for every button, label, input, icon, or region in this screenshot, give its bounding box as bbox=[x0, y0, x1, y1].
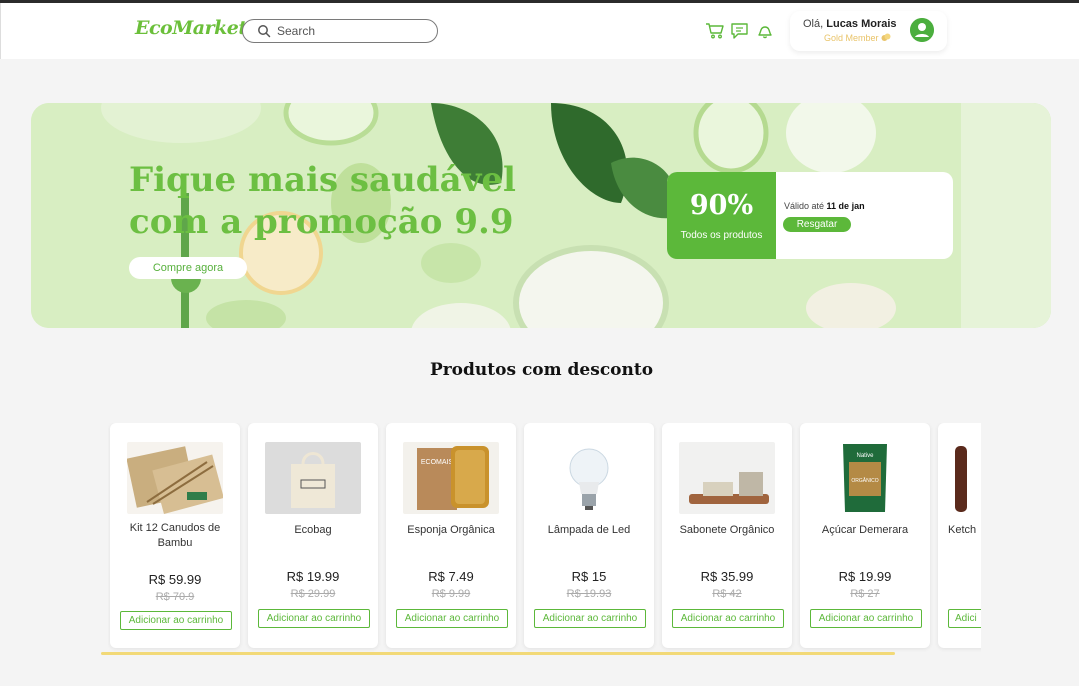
discount-percent: 90% bbox=[689, 190, 754, 221]
product-image-bamboo-straws bbox=[127, 442, 223, 514]
product-price: R$ 19.99 bbox=[286, 569, 340, 584]
product-image-sponge: ECOMAIS bbox=[403, 442, 499, 514]
search-bar[interactable] bbox=[242, 19, 438, 43]
add-to-cart-button[interactable]: Adici bbox=[948, 609, 981, 628]
search-input[interactable] bbox=[277, 23, 427, 39]
coupon-validity: Válido até 11 de jan bbox=[784, 201, 865, 211]
user-menu[interactable]: Olá, Lucas Morais Gold Member bbox=[790, 11, 947, 51]
sponge-brand-text: ECOMAIS bbox=[421, 459, 454, 466]
product-name: Lâmpada de Led bbox=[547, 524, 631, 536]
product-old-price: R$ 9.99 bbox=[431, 588, 471, 600]
product-old-price: R$ 27 bbox=[850, 588, 880, 600]
product-price: R bbox=[978, 569, 981, 584]
product-price: R$ 15 bbox=[571, 569, 607, 584]
product-card[interactable]: Lâmpada de Led R$ 15 R$ 19.93 Adicionar … bbox=[524, 423, 654, 648]
product-name: Ecobag bbox=[294, 524, 332, 536]
product-card[interactable]: Native ORGÂNICO Açúcar Demerara R$ 19.99… bbox=[800, 423, 930, 648]
member-tier: Gold Member bbox=[824, 33, 891, 43]
product-price: R$ 19.99 bbox=[838, 569, 892, 584]
product-card[interactable]: Kit 12 Canudos de Bambu R$ 59.99 R$ 70.9… bbox=[110, 423, 240, 648]
banner-title-line2: com a promoção 9.9 bbox=[129, 202, 514, 242]
add-to-cart-button[interactable]: Adicionar ao carrinho bbox=[396, 609, 508, 628]
shop-now-button[interactable]: Compre agora bbox=[129, 257, 247, 279]
coupon-discount: 90% Todos os produtos bbox=[667, 172, 776, 259]
sugar-brand-text: Native bbox=[856, 453, 874, 459]
product-name: Açúcar Demerara bbox=[821, 524, 909, 536]
product-price: R$ 59.99 bbox=[148, 572, 202, 587]
add-to-cart-button[interactable]: Adicionar ao carrinho bbox=[810, 609, 922, 628]
product-name: Esponja Orgânica bbox=[407, 524, 495, 536]
add-to-cart-button[interactable]: Adicionar ao carrinho bbox=[534, 609, 646, 628]
coins-icon bbox=[881, 33, 891, 41]
banner-title-line1: Fique mais saudável bbox=[129, 160, 516, 200]
avatar-icon[interactable] bbox=[910, 18, 934, 42]
bell-icon[interactable] bbox=[755, 22, 775, 40]
validity-date: 11 de jan bbox=[826, 201, 865, 211]
promo-banner: Fique mais saudável com a promoção 9.9 C… bbox=[31, 103, 1051, 328]
product-image-demerara-sugar: Native ORGÂNICO bbox=[817, 442, 913, 514]
validity-prefix: Válido até bbox=[784, 201, 825, 211]
greeting-prefix: Olá, bbox=[803, 18, 824, 30]
product-card[interactable]: ECOMAIS Esponja Orgânica R$ 7.49 R$ 9.99… bbox=[386, 423, 516, 648]
redeem-button[interactable]: Resgatar bbox=[783, 217, 851, 232]
chat-icon[interactable] bbox=[730, 22, 750, 40]
product-carousel[interactable]: Kit 12 Canudos de Bambu R$ 59.99 R$ 70.9… bbox=[108, 423, 981, 653]
product-image-led-bulb bbox=[541, 442, 637, 514]
product-name: Sabonete Orgânico bbox=[679, 524, 775, 536]
top-header: EcoMarket Olá, Lucas Morais Gold Member bbox=[0, 3, 1079, 59]
product-image-soap bbox=[679, 442, 775, 514]
product-image-ketchup bbox=[955, 442, 981, 514]
product-card[interactable]: Ketch R Adici bbox=[938, 423, 981, 648]
product-old-price: R$ 19.93 bbox=[566, 588, 612, 600]
add-to-cart-button[interactable]: Adicionar ao carrinho bbox=[120, 611, 232, 630]
member-tier-label: Gold Member bbox=[824, 33, 879, 43]
section-title: Produtos com desconto bbox=[429, 360, 654, 380]
banner-title: Fique mais saudável com a promoção 9.9 bbox=[129, 159, 529, 243]
cart-icon[interactable] bbox=[705, 22, 725, 40]
product-card[interactable]: Sabonete Orgânico R$ 35.99 R$ 42 Adicion… bbox=[662, 423, 792, 648]
promo-coupon: 90% Todos os produtos Válido até 11 de j… bbox=[667, 172, 953, 259]
user-name: Lucas Morais bbox=[826, 18, 897, 30]
product-card[interactable]: Ecobag R$ 19.99 R$ 29.99 Adicionar ao ca… bbox=[248, 423, 378, 648]
product-old-price: R$ 70.9 bbox=[155, 591, 195, 603]
product-name: Kit 12 Canudos de Bambu bbox=[129, 522, 221, 549]
user-greeting: Olá, Lucas Morais bbox=[803, 18, 897, 30]
product-old-price: R$ 42 bbox=[712, 588, 742, 600]
logo[interactable]: EcoMarket bbox=[135, 17, 247, 39]
product-price: R$ 35.99 bbox=[700, 569, 754, 584]
product-name: Ketch bbox=[948, 524, 977, 536]
add-to-cart-button[interactable]: Adicionar ao carrinho bbox=[258, 609, 370, 628]
add-to-cart-button[interactable]: Adicionar ao carrinho bbox=[672, 609, 784, 628]
product-price: R$ 7.49 bbox=[428, 569, 474, 584]
discount-scope: Todos os produtos bbox=[680, 230, 763, 241]
product-old-price: R$ 29.99 bbox=[290, 588, 336, 600]
sugar-label-text: ORGÂNICO bbox=[851, 477, 878, 484]
search-icon bbox=[258, 25, 271, 38]
product-image-ecobag bbox=[265, 442, 361, 514]
carousel-scrollbar[interactable] bbox=[101, 652, 895, 655]
